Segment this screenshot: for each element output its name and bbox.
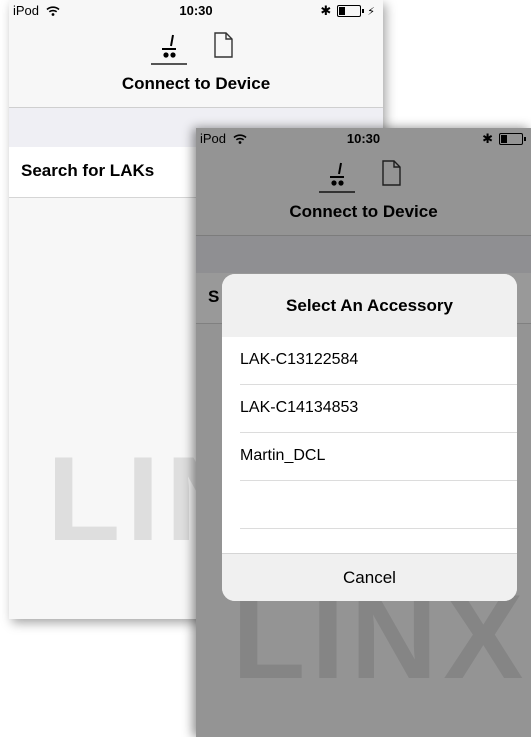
front-screen: iPod 10:30 ✱ Connect to Device S LINX Se… — [196, 128, 531, 737]
wheelchair-icon — [162, 34, 176, 58]
accessory-label: LAK-C13122584 — [240, 351, 359, 368]
charging-icon: ⚡ — [367, 5, 375, 18]
battery-icon — [337, 5, 365, 17]
accessory-label: LAK-C14134853 — [240, 399, 359, 416]
tab-icons — [9, 30, 383, 65]
accessory-item[interactable] — [240, 481, 517, 529]
nav-bar: Connect to Device — [9, 22, 383, 108]
accessory-list: LAK-C13122584 LAK-C14134853 Martin_DCL — [222, 337, 517, 556]
search-laks-label: Search for LAKs — [21, 161, 155, 180]
status-right: ✱ ⚡ — [320, 3, 375, 19]
page-title: Connect to Device — [121, 74, 271, 93]
status-bar: iPod 10:30 ✱ ⚡ — [9, 0, 383, 22]
bluetooth-icon: ✱ — [320, 3, 332, 18]
select-accessory-alert: Select An Accessory LAK-C13122584 LAK-C1… — [222, 274, 517, 601]
cancel-button[interactable]: Cancel — [222, 553, 517, 601]
alert-title: Select An Accessory — [222, 274, 517, 337]
accessory-item[interactable]: Martin_DCL — [240, 433, 517, 481]
document-icon — [214, 32, 233, 58]
accessory-item[interactable]: LAK-C13122584 — [240, 337, 517, 385]
accessory-item[interactable] — [240, 529, 517, 556]
accessory-item[interactable]: LAK-C14134853 — [240, 385, 517, 433]
tab-device[interactable] — [151, 30, 187, 65]
tab-document[interactable] — [208, 30, 238, 60]
accessory-label: Martin_DCL — [240, 447, 326, 464]
